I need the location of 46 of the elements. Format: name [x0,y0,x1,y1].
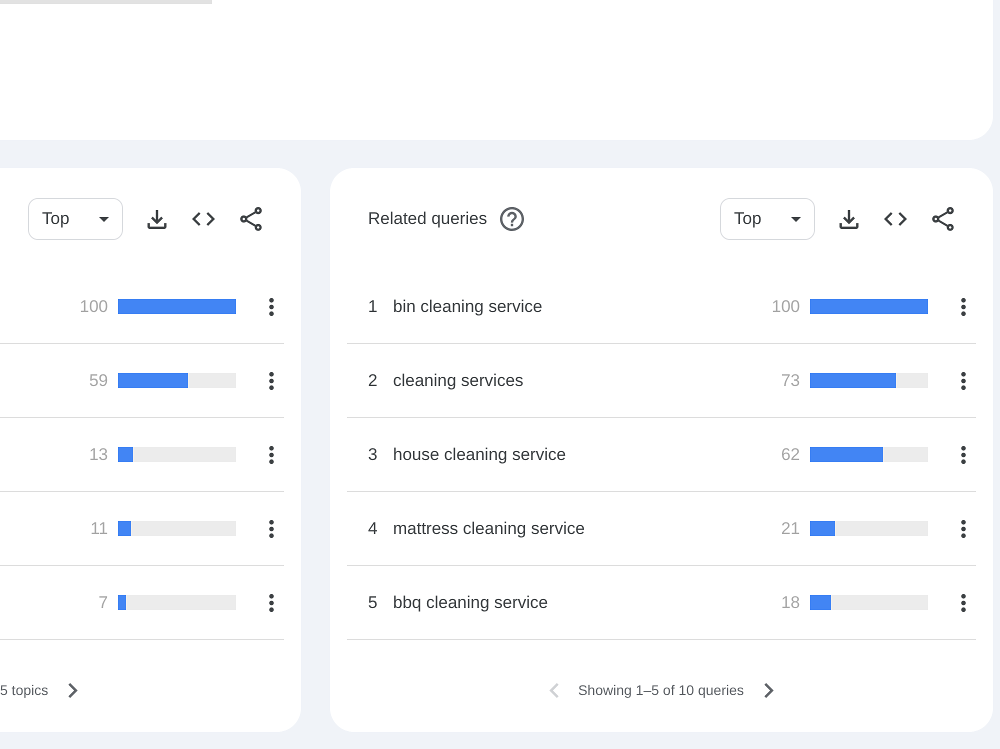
value-label: 18 [781,592,800,614]
caret-icon [99,216,109,222]
next-page-icon[interactable] [68,682,78,698]
more-icon[interactable] [269,594,274,612]
pagination-text: Showing 1–5 of 10 queries [578,680,744,700]
value-label: 73 [781,370,800,392]
more-icon[interactable] [961,446,966,464]
rank-number: 3 [368,444,378,466]
share-icon[interactable] [932,207,954,231]
pagination-text: 5 topics [0,680,48,700]
more-icon[interactable] [269,446,274,464]
query-link[interactable]: house cleaning service [393,444,566,464]
value-label: 21 [781,518,800,540]
more-icon[interactable] [961,372,966,390]
value-label: 13 [89,444,108,466]
more-icon[interactable] [269,372,274,390]
rank-number: 2 [368,370,378,392]
query-link[interactable]: mattress cleaning service [393,518,585,538]
help-icon[interactable] [500,207,524,231]
more-icon[interactable] [269,298,274,316]
sort-dropdown[interactable]: Top [720,198,815,240]
query-link[interactable]: bbq cleaning service [393,592,548,612]
download-icon[interactable] [147,210,167,228]
query-link[interactable]: bin cleaning service [393,296,542,316]
more-icon[interactable] [961,520,966,538]
more-icon[interactable] [269,520,274,538]
value-label: 11 [90,518,108,540]
panel-title: Related queries [368,208,488,230]
value-label: 100 [80,296,108,318]
value-label: 7 [98,592,108,614]
code-icon[interactable] [884,212,907,226]
share-icon[interactable] [240,207,262,231]
query-link[interactable]: cleaning services [393,370,524,390]
more-icon[interactable] [961,594,966,612]
download-icon[interactable] [839,210,859,228]
value-label: 59 [89,370,108,392]
rank-number: 1 [368,296,378,318]
code-icon[interactable] [192,212,215,226]
next-page-icon[interactable] [764,682,774,698]
rank-number: 5 [368,592,378,614]
caret-icon [791,216,801,222]
value-label: 62 [781,444,800,466]
more-icon[interactable] [961,298,966,316]
rank-number: 4 [368,518,378,540]
value-label: 100 [772,296,800,318]
sort-dropdown[interactable]: Top [28,198,123,240]
